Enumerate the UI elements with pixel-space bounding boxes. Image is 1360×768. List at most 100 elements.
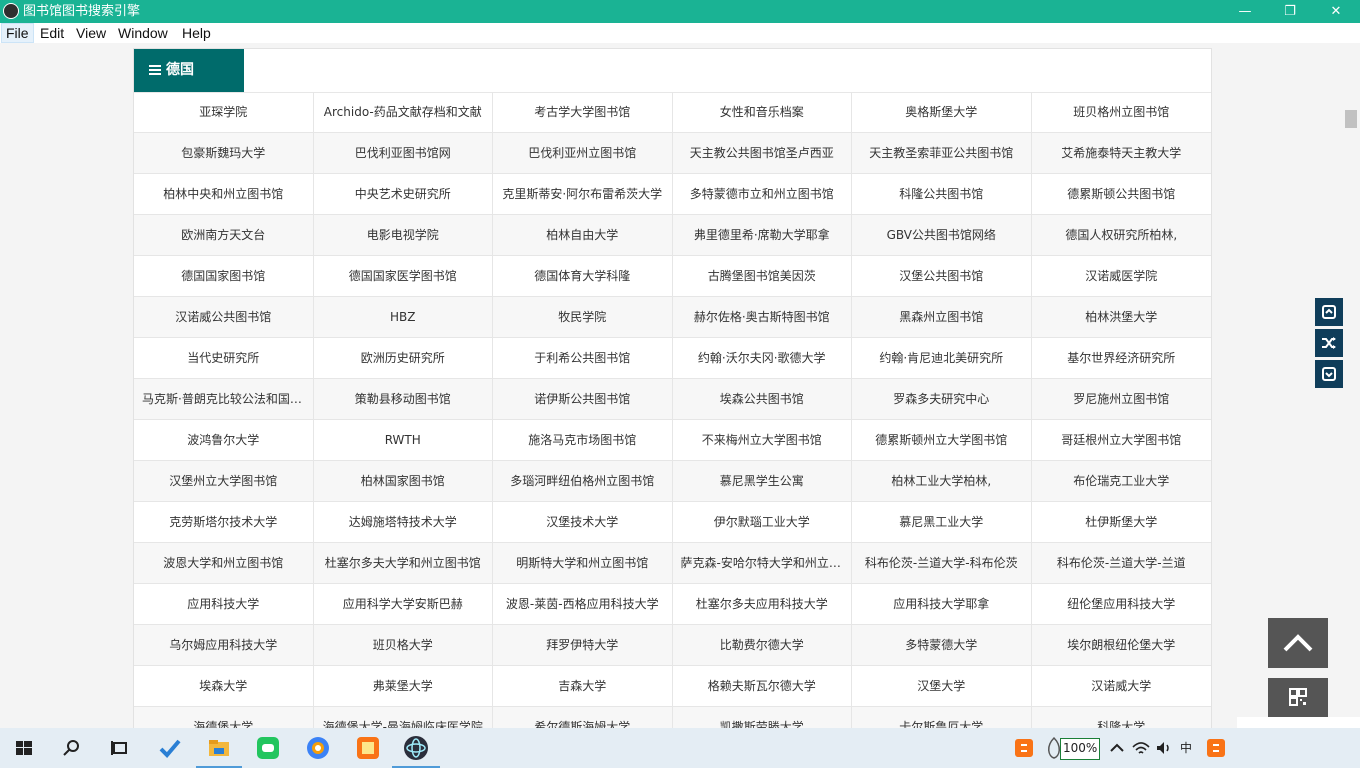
minimize-button[interactable]: — bbox=[1222, 0, 1268, 23]
library-link[interactable]: 亚琛学院 bbox=[134, 92, 314, 133]
library-link[interactable]: HBZ bbox=[313, 297, 493, 338]
library-link[interactable]: 古腾堡图书馆美因茨 bbox=[672, 256, 852, 297]
library-link[interactable]: 于利希公共图书馆 bbox=[493, 338, 673, 379]
library-link[interactable]: 应用科学大学安斯巴赫 bbox=[313, 584, 493, 625]
country-tab[interactable]: 德国 bbox=[134, 49, 244, 92]
qr-code-button[interactable] bbox=[1268, 678, 1328, 718]
library-link[interactable]: 布伦瑞克工业大学 bbox=[1031, 461, 1211, 502]
library-link[interactable]: RWTH bbox=[313, 420, 493, 461]
random-button[interactable] bbox=[1315, 329, 1343, 357]
library-link[interactable]: 柏林工业大学柏林, bbox=[852, 461, 1032, 502]
library-link[interactable]: 应用科技大学耶拿 bbox=[852, 584, 1032, 625]
library-link[interactable]: 天主教公共图书馆圣卢西亚 bbox=[672, 133, 852, 174]
library-link[interactable]: 克劳斯塔尔技术大学 bbox=[134, 502, 314, 543]
library-link[interactable]: 卡尔斯鲁厄大学 bbox=[852, 707, 1032, 729]
library-link[interactable]: 比勒费尔德大学 bbox=[672, 625, 852, 666]
library-link[interactable]: 海德堡大学-曼海姆临床医学院 bbox=[313, 707, 493, 729]
scrollbar-track[interactable] bbox=[1344, 105, 1358, 727]
library-link[interactable]: 纽伦堡应用科技大学 bbox=[1031, 584, 1211, 625]
menu-file[interactable]: File bbox=[1, 23, 34, 43]
sogou-tray-icon[interactable] bbox=[1202, 734, 1230, 762]
library-link[interactable]: 汉堡州立大学图书馆 bbox=[134, 461, 314, 502]
browser-icon[interactable] bbox=[304, 734, 332, 762]
library-link[interactable]: 德国国家图书馆 bbox=[134, 256, 314, 297]
library-link[interactable]: 海德堡大学 bbox=[134, 707, 314, 729]
library-link[interactable]: 约翰·肯尼迪北美研究所 bbox=[852, 338, 1032, 379]
windows-start-icon[interactable] bbox=[10, 734, 38, 762]
library-link[interactable]: 格赖夫斯瓦尔德大学 bbox=[672, 666, 852, 707]
menu-view[interactable]: View bbox=[72, 23, 110, 43]
scrollbar-thumb[interactable] bbox=[1345, 110, 1357, 128]
library-link[interactable]: 慕尼黑工业大学 bbox=[852, 502, 1032, 543]
file-explorer-icon[interactable] bbox=[205, 734, 233, 762]
library-link[interactable]: 奥格斯堡大学 bbox=[852, 92, 1032, 133]
library-link[interactable]: 汉堡公共图书馆 bbox=[852, 256, 1032, 297]
library-link[interactable]: 汉堡技术大学 bbox=[493, 502, 673, 543]
speaker-icon[interactable] bbox=[1150, 734, 1178, 762]
library-link[interactable]: 巴伐利亚图书馆网 bbox=[313, 133, 493, 174]
library-link[interactable]: 约翰·沃尔夫冈·歌德大学 bbox=[672, 338, 852, 379]
library-link[interactable]: 考古学大学图书馆 bbox=[493, 92, 673, 133]
library-link[interactable]: 埃尔朗根纽伦堡大学 bbox=[1031, 625, 1211, 666]
back-to-top-button[interactable] bbox=[1268, 618, 1328, 668]
library-link[interactable]: 牧民学院 bbox=[493, 297, 673, 338]
library-link[interactable]: 电影电视学院 bbox=[313, 215, 493, 256]
library-link[interactable]: 波鸿鲁尔大学 bbox=[134, 420, 314, 461]
library-link[interactable]: 多特蒙德大学 bbox=[852, 625, 1032, 666]
library-link[interactable]: 基尔世界经济研究所 bbox=[1031, 338, 1211, 379]
library-link[interactable]: 柏林洪堡大学 bbox=[1031, 297, 1211, 338]
wechat-icon[interactable] bbox=[254, 734, 282, 762]
library-link[interactable]: 多瑙河畔纽伯格州立图书馆 bbox=[493, 461, 673, 502]
library-link[interactable]: 施洛马克市场图书馆 bbox=[493, 420, 673, 461]
library-link[interactable]: 德国体育大学科隆 bbox=[493, 256, 673, 297]
library-link[interactable]: 吉森大学 bbox=[493, 666, 673, 707]
library-link[interactable]: 罗尼施州立图书馆 bbox=[1031, 379, 1211, 420]
electron-app-icon[interactable] bbox=[402, 734, 430, 762]
library-link[interactable]: 科隆公共图书馆 bbox=[852, 174, 1032, 215]
library-link[interactable]: 柏林自由大学 bbox=[493, 215, 673, 256]
library-link[interactable]: 柏林中央和州立图书馆 bbox=[134, 174, 314, 215]
library-link[interactable]: GBV公共图书馆网络 bbox=[852, 215, 1032, 256]
library-link[interactable]: 汉诺威公共图书馆 bbox=[134, 297, 314, 338]
zoom-indicator[interactable]: 100% bbox=[1060, 738, 1101, 760]
library-link[interactable]: 艾希施泰特天主教大学 bbox=[1031, 133, 1211, 174]
library-link[interactable]: 欧洲南方天文台 bbox=[134, 215, 314, 256]
library-link[interactable]: 明斯特大学和州立图书馆 bbox=[493, 543, 673, 584]
ime-indicator[interactable]: 中 bbox=[1180, 728, 1192, 768]
library-link[interactable]: 伊尔默瑙工业大学 bbox=[672, 502, 852, 543]
library-link[interactable]: 天主教圣索菲亚公共图书馆 bbox=[852, 133, 1032, 174]
menu-window[interactable]: Window bbox=[114, 23, 172, 43]
sogou-input-icon[interactable] bbox=[1010, 734, 1038, 762]
library-link[interactable]: 波恩-莱茵-西格应用科技大学 bbox=[493, 584, 673, 625]
library-link[interactable]: 乌尔姆应用科技大学 bbox=[134, 625, 314, 666]
menu-edit[interactable]: Edit bbox=[36, 23, 68, 43]
library-link[interactable]: 策勒县移动图书馆 bbox=[313, 379, 493, 420]
library-link[interactable]: 德国国家医学图书馆 bbox=[313, 256, 493, 297]
library-link[interactable]: 应用科技大学 bbox=[134, 584, 314, 625]
library-link[interactable]: 德累斯顿州立大学图书馆 bbox=[852, 420, 1032, 461]
library-link[interactable]: 汉诺威医学院 bbox=[1031, 256, 1211, 297]
library-link[interactable]: 克里斯蒂安·阿尔布雷希茨大学 bbox=[493, 174, 673, 215]
library-link[interactable]: 包豪斯魏玛大学 bbox=[134, 133, 314, 174]
library-link[interactable]: 班贝格大学 bbox=[313, 625, 493, 666]
library-link[interactable]: 科布伦茨-兰道大学-科布伦茨 bbox=[852, 543, 1032, 584]
library-link[interactable]: 巴伐利亚州立图书馆 bbox=[493, 133, 673, 174]
library-link[interactable]: 班贝格州立图书馆 bbox=[1031, 92, 1211, 133]
library-link[interactable]: 赫尔佐格·奥古斯特图书馆 bbox=[672, 297, 852, 338]
library-link[interactable]: 希尔德斯海姆大学 bbox=[493, 707, 673, 729]
library-link[interactable]: 凯撒斯劳滕大学 bbox=[672, 707, 852, 729]
library-link[interactable]: Archido-药品文献存档和文献 bbox=[313, 92, 493, 133]
search-icon[interactable] bbox=[58, 734, 86, 762]
library-link[interactable]: 德累斯顿公共图书馆 bbox=[1031, 174, 1211, 215]
library-link[interactable]: 多特蒙德市立和州立图书馆 bbox=[672, 174, 852, 215]
close-button[interactable]: ✕ bbox=[1313, 0, 1359, 23]
library-link[interactable]: 欧洲历史研究所 bbox=[313, 338, 493, 379]
library-link[interactable]: 波恩大学和州立图书馆 bbox=[134, 543, 314, 584]
library-link[interactable]: 拜罗伊特大学 bbox=[493, 625, 673, 666]
library-link[interactable]: 科布伦茨-兰道大学-兰道 bbox=[1031, 543, 1211, 584]
scroll-top-tool-button[interactable] bbox=[1315, 298, 1343, 326]
library-link[interactable]: 慕尼黑学生公寓 bbox=[672, 461, 852, 502]
library-link[interactable]: 柏林国家图书馆 bbox=[313, 461, 493, 502]
library-link[interactable]: 德国人权研究所柏林, bbox=[1031, 215, 1211, 256]
maximize-button[interactable]: ❐ bbox=[1267, 0, 1313, 23]
